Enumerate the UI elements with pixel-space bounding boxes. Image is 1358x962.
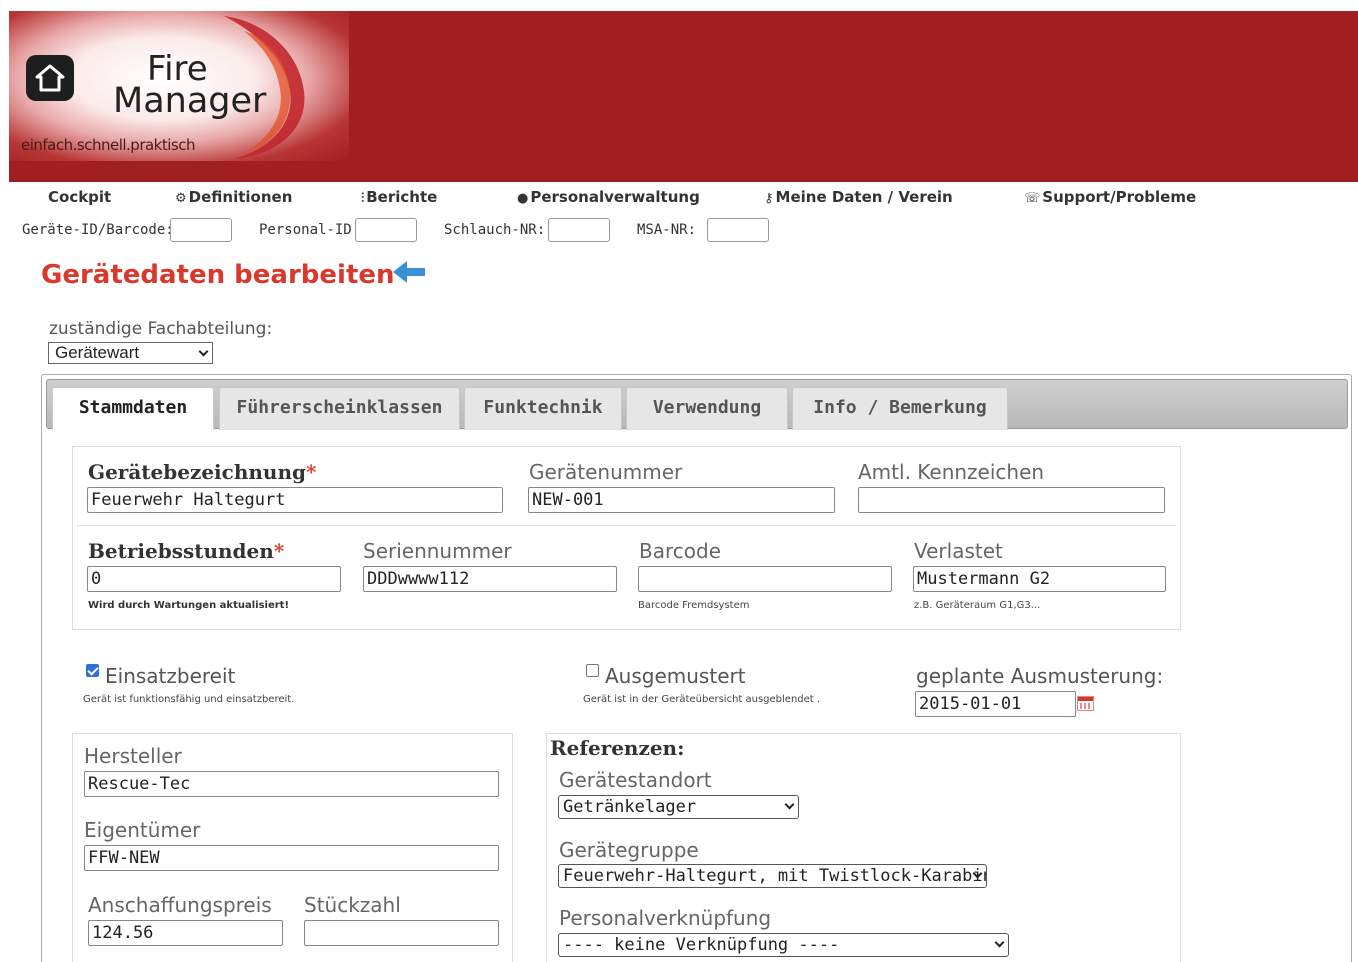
- kennzeichen-input[interactable]: [858, 487, 1165, 513]
- verlastet-input[interactable]: Mustermann G2: [913, 566, 1166, 592]
- nav-meine-daten[interactable]: ⚷ Meine Daten / Verein: [764, 188, 953, 206]
- tab-info-bemerkung[interactable]: Info / Bemerkung: [792, 387, 1008, 430]
- betriebsstunden-label: Betriebsstunden*: [88, 539, 284, 563]
- panel-divider: [77, 525, 1176, 526]
- gear-icon: ⚙: [175, 191, 187, 206]
- fachabteilung-value: Gerätewart: [55, 343, 140, 362]
- betriebsstunden-input[interactable]: 0: [87, 566, 341, 592]
- geraete-id-input[interactable]: [170, 218, 232, 242]
- stueckzahl-label: Stückzahl: [304, 893, 401, 917]
- personalverknuepfung-label: Personalverknüpfung: [559, 906, 772, 930]
- anschaffungspreis-input[interactable]: 124.56: [88, 920, 283, 946]
- kennzeichen-label: Amtl. Kennzeichen: [858, 460, 1045, 484]
- required-marker: *: [305, 460, 317, 484]
- nav-berichte[interactable]: ⫶ Berichte: [361, 188, 437, 206]
- fachabteilung-select[interactable]: Gerätewart: [48, 342, 213, 364]
- geraetegruppe-select[interactable]: Feuerwehr-Haltegurt, mit Twistlock-Karab…: [558, 864, 987, 888]
- verlastet-label: Verlastet: [914, 539, 1003, 563]
- geraetenummer-label: Gerätenummer: [529, 460, 683, 484]
- msa-nr-label: MSA-NR:: [637, 222, 697, 238]
- geraete-id-label: Geräte-ID/Barcode:: [22, 222, 174, 238]
- nav-cockpit[interactable]: Cockpit: [48, 188, 111, 206]
- einsatzbereit-label: Einsatzbereit: [105, 664, 236, 688]
- eigentuemer-label: Eigentümer: [84, 818, 201, 842]
- support-icon: ☏: [1024, 191, 1041, 206]
- einsatzbereit-hint: Gerät ist funktionsfähig und einsatzbere…: [83, 694, 295, 705]
- main-nav: Cockpit ⚙ Definitionen ⫶ Berichte ● Persona…: [9, 184, 1358, 210]
- eigentuemer-input[interactable]: FFW-NEW: [84, 845, 499, 871]
- tab-bar: Stammdaten Führerscheinklassen Funktechn…: [46, 379, 1348, 430]
- ausgemustert-checkbox[interactable]: [586, 664, 599, 677]
- anschaffungspreis-label: Anschaffungspreis: [88, 893, 272, 917]
- barcode-hint: Barcode Fremdsystem: [638, 600, 750, 611]
- nav-cockpit-label: Cockpit: [48, 188, 112, 206]
- required-marker: *: [273, 539, 285, 563]
- fachabteilung-label: zuständige Fachabteilung:: [49, 319, 273, 339]
- geraetestandort-value: Getränkelager: [563, 797, 697, 817]
- page-title: Gerätedaten bearbeiten: [41, 260, 395, 290]
- barcode-input[interactable]: [638, 566, 892, 592]
- nav-berichte-label: Berichte: [366, 188, 438, 206]
- ausmusterung-date-input[interactable]: 2015-01-01: [915, 691, 1076, 717]
- tab-fuehrerscheinklassen[interactable]: Führerscheinklassen: [219, 387, 460, 430]
- verlastet-hint: z.B. Geräteraum G1,G3...: [914, 600, 1041, 611]
- betriebsstunden-label-text: Betriebsstunden: [88, 539, 274, 563]
- geraetestandort-label: Gerätestandort: [559, 768, 712, 792]
- seriennummer-input[interactable]: DDDwwww112: [363, 566, 617, 592]
- nav-meine-daten-label: Meine Daten / Verein: [775, 188, 953, 206]
- nav-support[interactable]: ☏ Support/Probleme: [1024, 188, 1196, 206]
- geraetestandort-select[interactable]: Getränkelager: [558, 795, 799, 819]
- betriebsstunden-hint: Wird durch Wartungen aktualisiert!: [88, 600, 290, 611]
- chevron-down-icon: [994, 937, 1005, 948]
- logo-tagline: einfach.schnell.praktisch: [21, 136, 196, 154]
- hersteller-input[interactable]: Rescue-Tec: [84, 771, 499, 797]
- quick-search-bar: Geräte-ID/Barcode: Personal-ID: Schlauch…: [9, 214, 1358, 244]
- ausgemustert-hint: Gerät ist in der Geräteübersicht ausgebl…: [583, 694, 821, 705]
- geraetebezeichnung-label: Gerätebezeichnung*: [88, 460, 316, 484]
- chevron-down-icon: [784, 799, 795, 810]
- personal-id-label: Personal-ID:: [259, 222, 361, 238]
- referenzen-title: Referenzen:: [550, 736, 685, 760]
- geraetebezeichnung-input[interactable]: Feuerwehr Haltegurt: [87, 487, 503, 513]
- ausmusterung-label: geplante Ausmusterung:: [916, 664, 1164, 688]
- hersteller-label: Hersteller: [84, 744, 182, 768]
- tab-verwendung[interactable]: Verwendung: [626, 387, 788, 430]
- personal-id-input[interactable]: [355, 218, 417, 242]
- geraetegruppe-value: Feuerwehr-Haltegurt, mit Twistlock-Karab…: [563, 866, 987, 886]
- key-icon: ⚷: [764, 191, 774, 206]
- seriennummer-label: Seriennummer: [363, 539, 512, 563]
- logo-text-manager: Manager: [113, 81, 267, 121]
- calendar-icon[interactable]: [1077, 696, 1094, 711]
- app-header: Fire Manager einfach.schnell.praktisch: [9, 11, 1358, 182]
- back-arrow-icon[interactable]: [391, 258, 427, 286]
- tab-funktechnik[interactable]: Funktechnik: [464, 387, 622, 430]
- schlauch-nr-label: Schlauch-NR:: [444, 222, 546, 238]
- nav-support-label: Support/Probleme: [1042, 188, 1197, 206]
- firemanager-logo[interactable]: Fire Manager einfach.schnell.praktisch: [9, 11, 349, 161]
- person-icon: ●: [517, 191, 529, 206]
- chevron-down-icon: [198, 346, 209, 357]
- msa-nr-input[interactable]: [707, 218, 769, 242]
- nav-personalverwaltung-label: Personalverwaltung: [530, 188, 700, 206]
- ausgemustert-label: Ausgemustert: [605, 664, 746, 688]
- sliders-icon: ⫶: [361, 191, 365, 206]
- stueckzahl-input[interactable]: [304, 920, 499, 946]
- barcode-label: Barcode: [639, 539, 721, 563]
- personalverknuepfung-select[interactable]: ---- keine Verknüpfung ----: [558, 933, 1009, 957]
- nav-definitionen-label: Definitionen: [188, 188, 293, 206]
- schlauch-nr-input[interactable]: [548, 218, 610, 242]
- home-icon[interactable]: [26, 55, 74, 101]
- einsatzbereit-checkbox[interactable]: [86, 664, 99, 677]
- geraetebezeichnung-label-text: Gerätebezeichnung: [88, 460, 306, 484]
- nav-personalverwaltung[interactable]: ● Personalverwaltung: [517, 188, 700, 206]
- nav-definitionen[interactable]: ⚙ Definitionen: [175, 188, 292, 206]
- tab-stammdaten[interactable]: Stammdaten: [52, 387, 214, 430]
- personalverknuepfung-value: ---- keine Verknüpfung ----: [563, 935, 840, 955]
- geraetenummer-input[interactable]: NEW-001: [528, 487, 835, 513]
- geraetegruppe-label: Gerätegruppe: [559, 838, 699, 862]
